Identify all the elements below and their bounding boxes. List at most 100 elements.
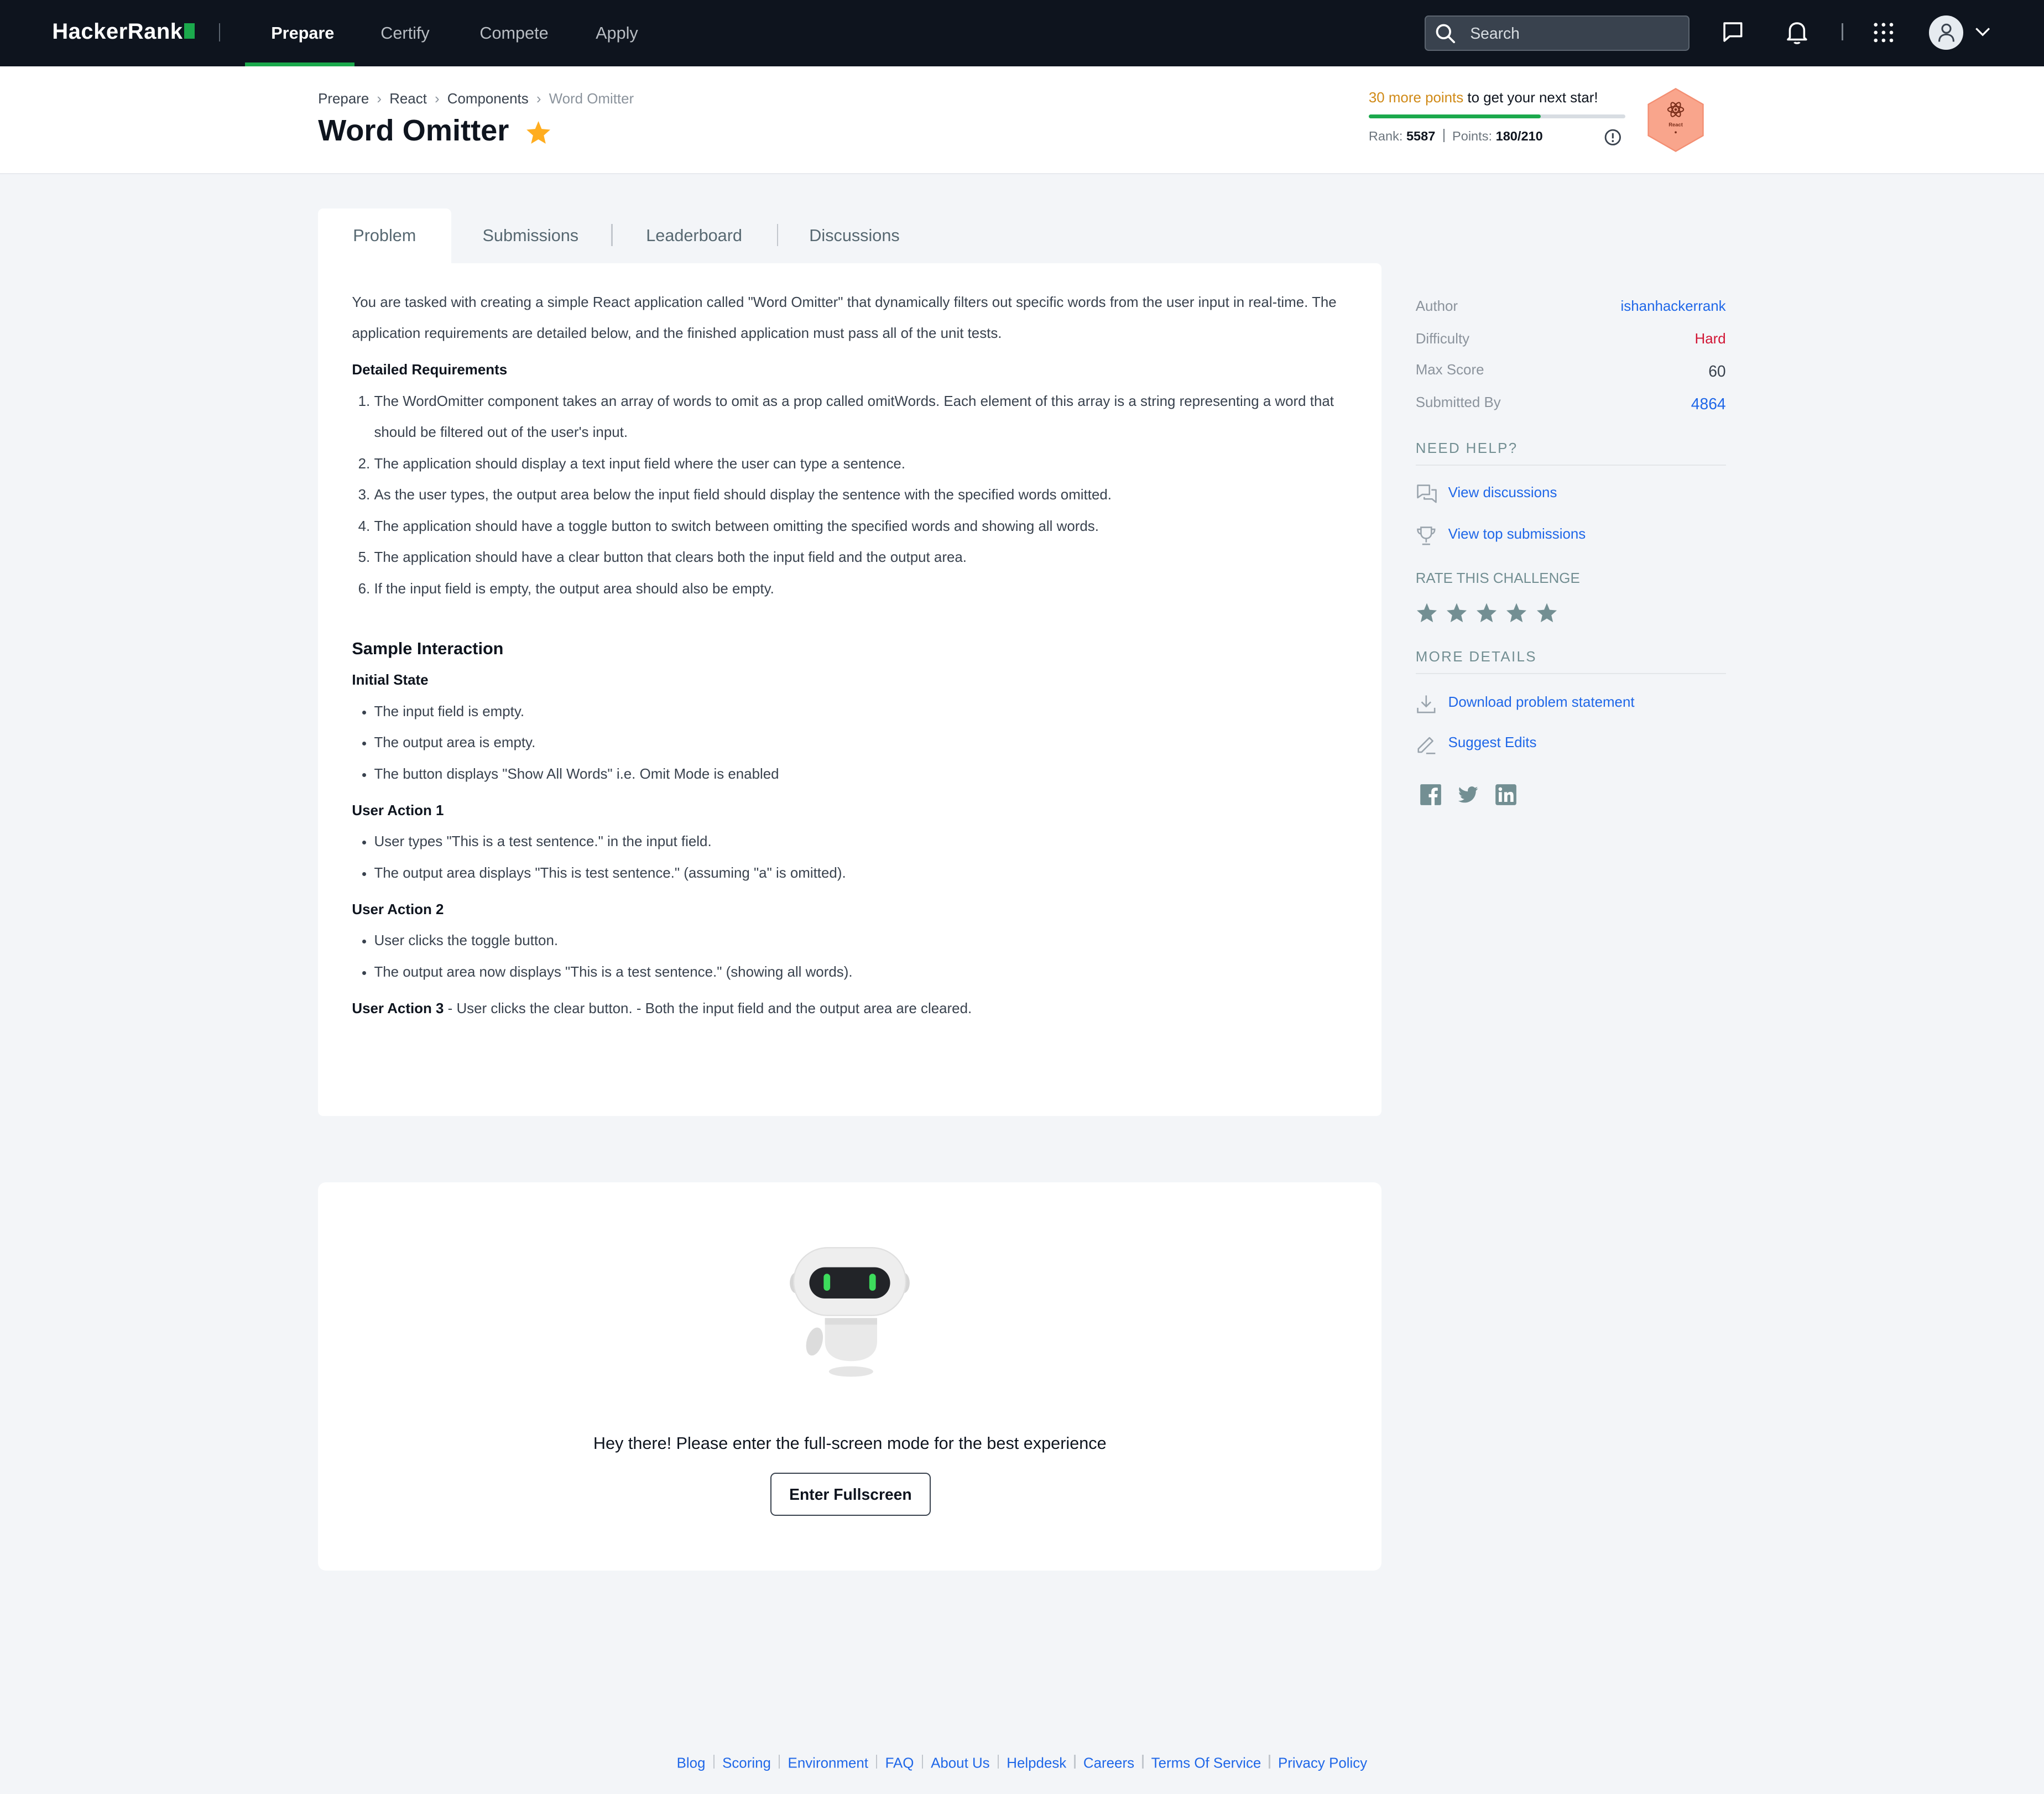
- rank-points: Rank: 5587 Points: 180/210: [1368, 129, 1543, 144]
- star-progress-bar: [1368, 114, 1626, 119]
- chat-icon[interactable]: [1720, 19, 1745, 44]
- nav-active-indicator: [245, 62, 355, 67]
- difficulty-row: Difficulty Hard: [1415, 331, 1726, 347]
- top-navbar: HackerRank Prepare Certify Compete Apply: [0, 0, 2044, 67]
- initial-state-list: The input field is empty. The output are…: [352, 696, 1353, 790]
- submitted-by-row: Submitted By 4864: [1415, 395, 1726, 413]
- avatar[interactable]: [1929, 15, 1963, 50]
- breadcrumb: Prepare › React › Components › Word Omitter: [318, 91, 634, 107]
- submitted-count-link[interactable]: 4864: [1691, 395, 1726, 413]
- chevron-right-icon: ›: [536, 91, 541, 107]
- rating-star-icon[interactable]: [1475, 602, 1498, 623]
- problem-statement-card: You are tasked with creating a simple Re…: [318, 263, 1382, 1116]
- more-details-heading: MORE DETAILS: [1415, 649, 1726, 674]
- tab-divider: [611, 224, 613, 247]
- footer-links: Blog Scoring Environment FAQ About Us Helpdes…: [0, 1754, 2044, 1772]
- rating-stars: [1416, 602, 1566, 627]
- react-badge-icon[interactable]: React: [1646, 87, 1705, 153]
- nav-certify[interactable]: Certify: [354, 0, 456, 66]
- trophy-icon: [1416, 526, 1436, 545]
- search-box[interactable]: [1425, 15, 1690, 51]
- star-progress-fill: [1368, 114, 1541, 119]
- chevron-down-icon[interactable]: [1975, 27, 1990, 38]
- difficulty-value: Hard: [1694, 331, 1726, 347]
- requirements-list: The WordOmitter component takes an array…: [352, 386, 1353, 605]
- user-action-2-list: User clicks the toggle button. The outpu…: [352, 925, 1353, 988]
- footer-link-privacy[interactable]: Privacy Policy: [1278, 1755, 1367, 1771]
- list-item: The output area is empty.: [374, 727, 1353, 759]
- user-action-3: User Action 3 - User clicks the clear bu…: [352, 1000, 972, 1016]
- twitter-icon[interactable]: [1457, 784, 1479, 806]
- rate-challenge-heading: RATE THIS CHALLENGE: [1415, 571, 1580, 587]
- enter-fullscreen-button[interactable]: Enter Fullscreen: [770, 1473, 931, 1516]
- list-item: User clicks the toggle button.: [374, 925, 1353, 957]
- rank-value: 5587: [1406, 129, 1436, 144]
- facebook-icon[interactable]: [1420, 784, 1442, 806]
- notification-bell-icon[interactable]: [1785, 19, 1810, 45]
- footer-link-scoring[interactable]: Scoring: [722, 1755, 771, 1771]
- robot-illustration-icon: [790, 1247, 910, 1376]
- need-help-heading: NEED HELP?: [1415, 441, 1726, 466]
- list-item: The output area now displays "This is a …: [374, 957, 1353, 988]
- download-icon: [1416, 695, 1436, 713]
- rating-star-icon[interactable]: [1536, 602, 1558, 623]
- discussions-icon: [1416, 484, 1437, 503]
- footer-link-faq[interactable]: FAQ: [885, 1755, 914, 1771]
- challenge-header: Prepare › React › Components › Word Omitter Wo…: [0, 66, 2044, 175]
- info-icon[interactable]: [1604, 129, 1621, 146]
- list-item: The application should have a toggle but…: [374, 511, 1353, 543]
- footer-link-environment[interactable]: Environment: [788, 1755, 868, 1771]
- nav-divider: [1842, 23, 1843, 41]
- bookmark-star-icon[interactable]: [525, 120, 551, 145]
- list-item: As the user types, the output area below…: [374, 479, 1353, 511]
- footer-link-helpdesk[interactable]: Helpdesk: [1007, 1755, 1066, 1771]
- fullscreen-prompt-card: Hey there! Please enter the full-screen …: [318, 1182, 1382, 1571]
- author-row: Author ishanhackerrank: [1415, 298, 1726, 315]
- list-item: The button displays "Show All Words" i.e…: [374, 759, 1353, 790]
- rating-star-icon[interactable]: [1416, 602, 1438, 623]
- list-item: The WordOmitter component takes an array…: [374, 386, 1353, 448]
- nav-compete[interactable]: Compete: [453, 0, 575, 66]
- problem-statement: You are tasked with creating a simple Re…: [352, 287, 1353, 1025]
- nav-prepare[interactable]: Prepare: [245, 0, 355, 67]
- search-input[interactable]: [1467, 20, 1682, 47]
- list-item: If the input field is empty, the output …: [374, 573, 1353, 605]
- initial-state-heading: Initial State: [352, 672, 429, 688]
- breadcrumb-components[interactable]: Components: [447, 91, 529, 107]
- user-action-1-heading: User Action 1: [352, 802, 444, 818]
- requirements-heading: Detailed Requirements: [352, 362, 508, 378]
- tab-problem[interactable]: Problem: [318, 208, 451, 264]
- user-action-3-heading: User Action 3: [352, 1000, 444, 1016]
- rating-star-icon[interactable]: [1446, 602, 1468, 623]
- author-link[interactable]: ishanhackerrank: [1621, 299, 1726, 315]
- points-needed: 30 more points: [1368, 90, 1464, 106]
- tab-leaderboard[interactable]: Leaderboard: [625, 208, 762, 263]
- max-score-value: 60: [1708, 362, 1726, 380]
- footer-link-careers[interactable]: Careers: [1083, 1755, 1134, 1771]
- footer-link-about-us[interactable]: About Us: [931, 1755, 990, 1771]
- user-action-1-list: User types "This is a test sentence." in…: [352, 826, 1353, 889]
- points-value: 180/210: [1495, 129, 1543, 144]
- chevron-right-icon: ›: [435, 91, 440, 107]
- chevron-right-icon: ›: [377, 91, 382, 107]
- max-score-row: Max Score 60: [1415, 362, 1726, 380]
- problem-intro: You are tasked with creating a simple Re…: [352, 294, 1337, 342]
- breadcrumb-prepare[interactable]: Prepare: [318, 91, 369, 107]
- list-item: The output area displays "This is test s…: [374, 858, 1353, 889]
- footer-link-blog[interactable]: Blog: [677, 1755, 706, 1771]
- footer-link-terms[interactable]: Terms Of Service: [1151, 1755, 1261, 1771]
- user-action-2-heading: User Action 2: [352, 901, 444, 917]
- next-star-message: 30 more points to get your next star!: [1368, 90, 1598, 106]
- tab-discussions[interactable]: Discussions: [791, 208, 918, 263]
- linkedin-icon[interactable]: [1495, 784, 1517, 806]
- tab-submissions[interactable]: Submissions: [463, 208, 598, 263]
- apps-grid-icon[interactable]: [1873, 22, 1894, 43]
- breadcrumb-current: Word Omitter: [549, 91, 634, 107]
- hackerrank-logo[interactable]: HackerRank: [52, 19, 195, 44]
- rating-star-icon[interactable]: [1505, 602, 1527, 623]
- nav-apply[interactable]: Apply: [570, 0, 664, 66]
- breadcrumb-react[interactable]: React: [389, 91, 427, 107]
- list-item: The application should have a clear butt…: [374, 542, 1353, 573]
- edit-pencil-icon: [1417, 737, 1436, 754]
- list-item: The application should display a text in…: [374, 448, 1353, 480]
